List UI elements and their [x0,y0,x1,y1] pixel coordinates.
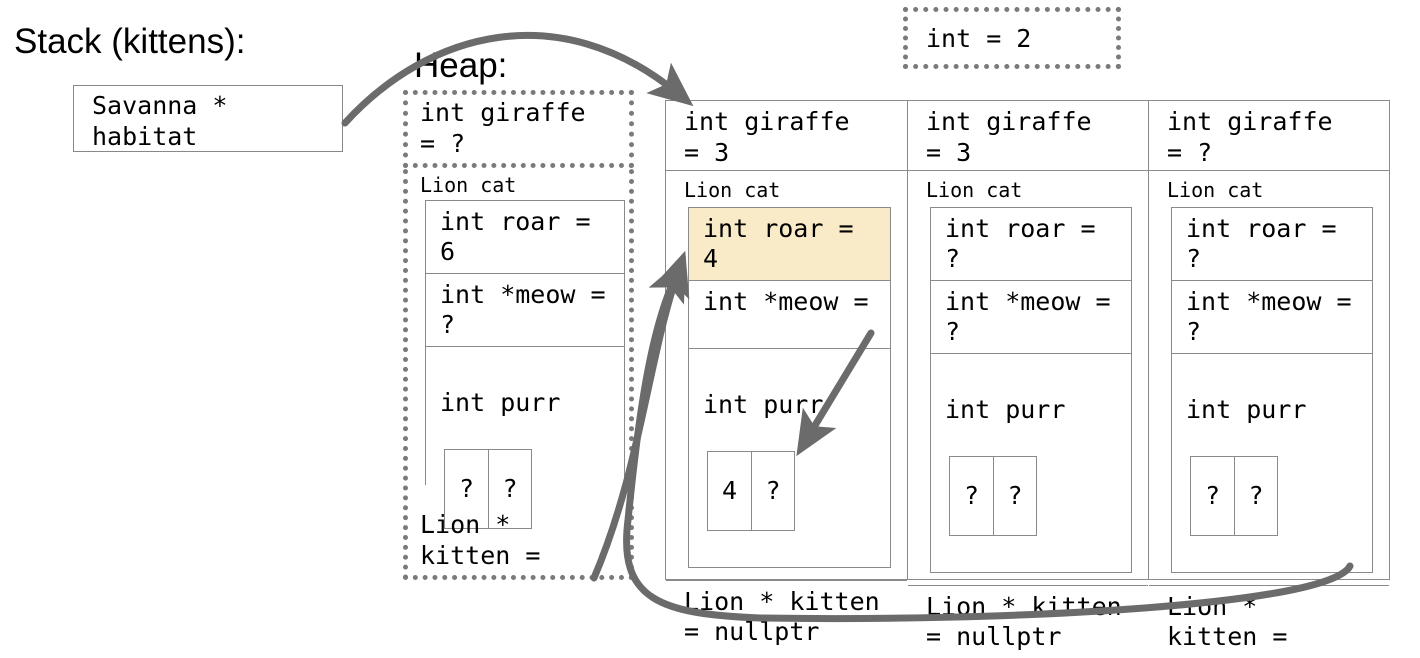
heap-object-label: Lion cat [420,173,517,197]
column-2-array: ? ? [949,455,1037,536]
state-column-3: int giraffe = ? Lion cat int roar = ? in… [1148,101,1389,651]
column-3-object-area: Lion cat int roar = ? int *meow = ? int … [1149,171,1389,586]
column-3-giraffe: int giraffe = ? [1149,101,1389,171]
column-1-giraffe: int giraffe = 3 [666,101,907,171]
floating-int-box: int = 2 [903,7,1121,69]
column-2-object-box: int roar = ? int *meow = ? int purr ? ? [930,207,1132,573]
heap-array-label: int purr [440,388,561,417]
column-1-array-cell-0: 4 [721,475,738,505]
column-1-kitten: Lion * kitten = nullptr [684,586,880,647]
column-3-array-cell-1: ? [1234,456,1277,535]
column-3-field-meow: int *meow = ? [1172,281,1372,354]
column-2-object-area: Lion cat int roar = ? int *meow = ? int … [908,171,1148,586]
column-1-array-cell-1: ? [751,451,794,530]
heap-field-meow: int *meow = ? [426,274,624,347]
column-1-field-roar: int roar = 4 [689,208,890,281]
column-3-field-purr: int purr ? ? [1172,354,1372,572]
state-columns-table: int giraffe = 3 Lion cat int roar = 4 in… [665,100,1390,651]
heap-object-box: int roar = 6 int *meow = ? int purr ? ? [425,200,625,565]
column-2-kitten: Lion * kitten = nullptr [926,591,1122,652]
stack-variable-box: Savanna * habitat [73,85,343,152]
column-1-array-label: int purr [703,390,824,419]
heap-region: int giraffe = ? Lion cat int roar = 6 in… [403,90,634,580]
column-1-array: 4 ? [707,450,795,531]
column-3-object-label: Lion cat [1167,178,1264,202]
heap-kitten-pointer: Lion * kitten = [420,510,541,570]
column-2-object-label: Lion cat [926,178,1023,202]
state-column-2: int giraffe = 3 Lion cat int roar = ? in… [907,101,1148,651]
column-1-field-meow: int *meow = [689,281,890,349]
column-3-array-label: int purr [1186,395,1307,424]
heap-giraffe-variable: int giraffe = ? [403,90,634,168]
diagram-canvas: Stack (kittens): Savanna * habitat Heap:… [0,0,1420,651]
stack-title: Stack (kittens): [14,22,246,61]
column-3-object-box: int roar = ? int *meow = ? int purr ? ? [1171,207,1373,573]
column-2-giraffe: int giraffe = 3 [908,101,1148,171]
heap-title: Heap: [414,46,508,85]
column-1-object-area: Lion cat int roar = 4 int *meow = int pu… [666,171,907,581]
heap-field-roar: int roar = 6 [426,201,624,274]
column-1-object-label: Lion cat [684,178,781,202]
column-3-array: ? ? [1190,455,1278,536]
column-2-array-cell-1: ? [993,456,1036,535]
column-3-field-roar: int roar = ? [1172,208,1372,281]
column-2-field-meow: int *meow = ? [931,281,1131,354]
column-3-kitten: Lion * kitten = [1167,591,1288,652]
column-2-field-roar: int roar = ? [931,208,1131,281]
column-1-object-box: int roar = 4 int *meow = int purr 4 ? [688,207,891,568]
column-2-field-purr: int purr ? ? [931,354,1131,572]
column-2-array-label: int purr [945,395,1066,424]
column-2-array-cell-0: ? [963,480,980,510]
column-3-array-cell-0: ? [1204,480,1221,510]
state-column-1: int giraffe = 3 Lion cat int roar = 4 in… [666,101,907,646]
column-1-field-purr: int purr 4 ? [689,349,890,567]
